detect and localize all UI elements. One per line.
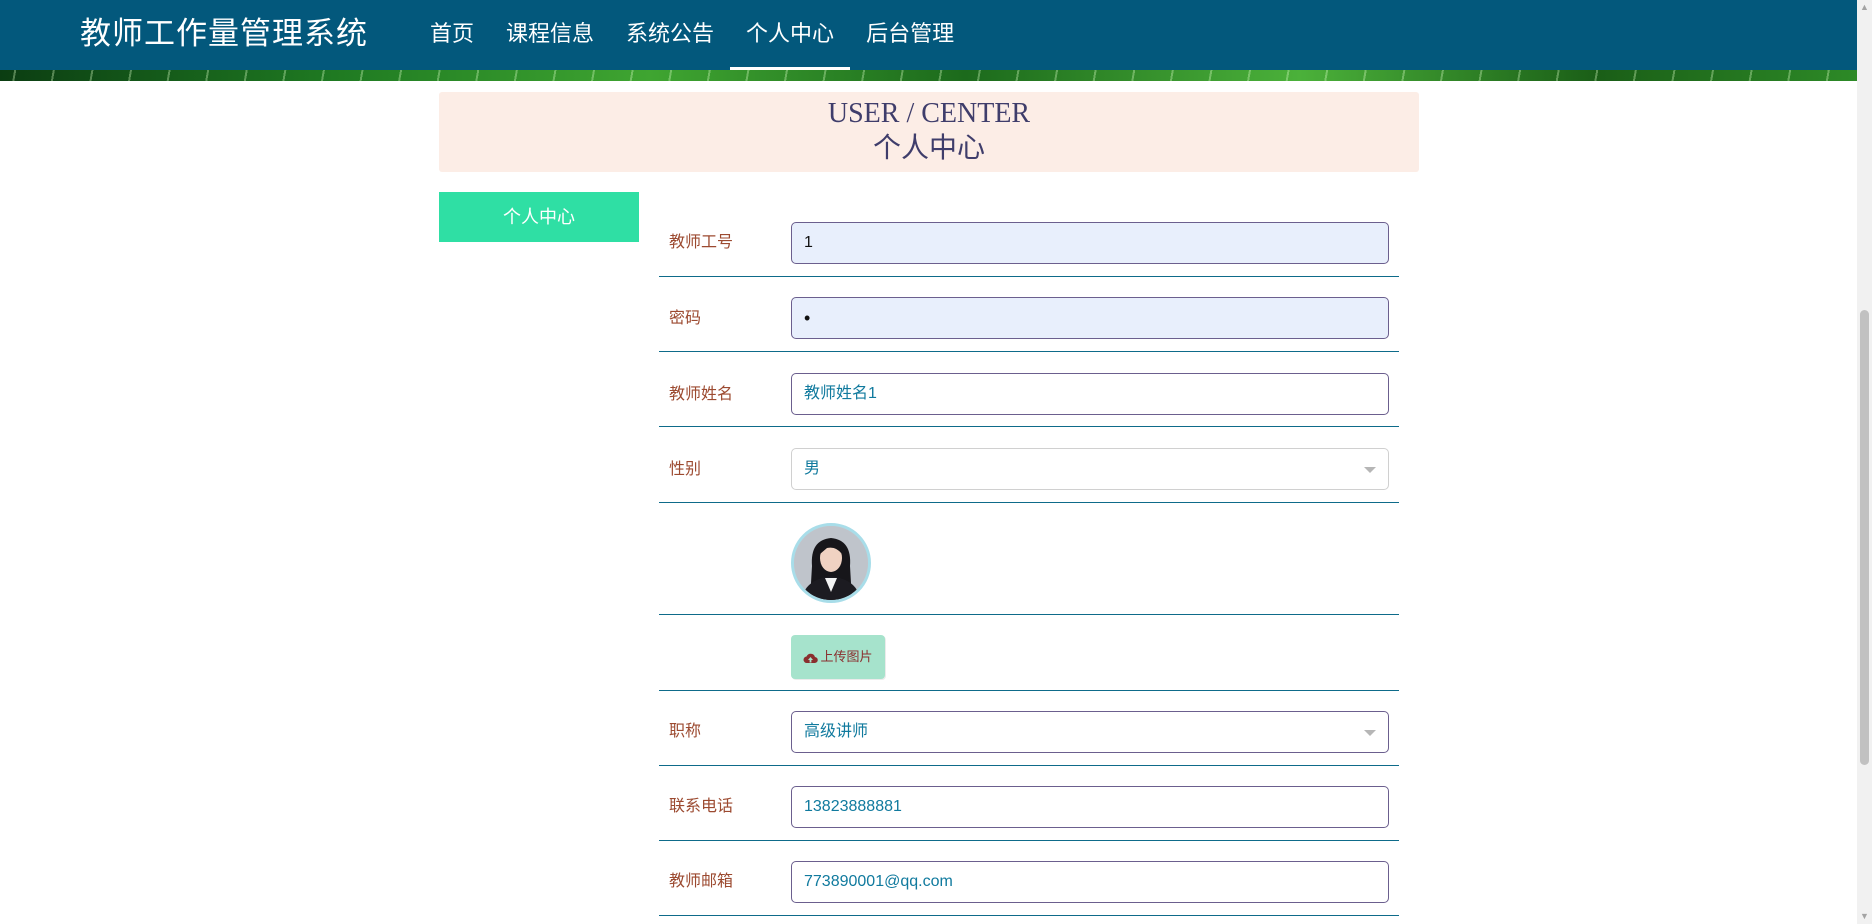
cloud-upload-icon <box>803 653 819 663</box>
gender-select[interactable]: 男 <box>791 448 1389 490</box>
nav-user-center[interactable]: 个人中心 <box>730 0 851 70</box>
chevron-down-icon <box>1364 730 1376 736</box>
password-input[interactable]: • <box>791 297 1389 339</box>
password-mask-dot: • <box>804 308 811 328</box>
user-avatar-photo <box>791 523 871 603</box>
form-row-teacher-name: 教师姓名 教师姓名1 <box>659 352 1399 427</box>
form-row-avatar <box>659 503 1399 615</box>
page-heading-chinese: 个人中心 <box>872 133 985 164</box>
gender-label: 性别 <box>669 461 702 478</box>
nav-admin[interactable]: 后台管理 <box>850 0 970 70</box>
avatar-portrait-icon <box>794 526 868 600</box>
scrollbar-thumb[interactable] <box>1860 310 1869 765</box>
email-input[interactable]: 773890001@qq.com <box>791 861 1389 903</box>
password-label: 密码 <box>669 310 702 327</box>
gender-selected-value: 男 <box>804 460 821 477</box>
title-label: 职称 <box>669 723 702 740</box>
title-selected-value: 高级讲师 <box>804 723 869 740</box>
main-nav: 首页 课程信息 系统公告 个人中心 后台管理 <box>414 0 970 70</box>
form-row-upload: 上传图片 <box>659 615 1399 691</box>
form-row-title: 职称 高级讲师 <box>659 691 1399 766</box>
nav-home[interactable]: 首页 <box>414 0 490 70</box>
email-label: 教师邮箱 <box>669 873 734 890</box>
upload-image-button[interactable]: 上传图片 <box>791 635 885 679</box>
upload-image-label: 上传图片 <box>820 649 873 664</box>
chevron-down-icon <box>1364 467 1376 473</box>
form-row-email: 教师邮箱 773890001@qq.com <box>659 841 1399 916</box>
page-heading: USER / CENTER 个人中心 <box>439 92 1419 172</box>
nav-course-info[interactable]: 课程信息 <box>490 0 610 70</box>
form-row-teacher-id: 教师工号 1 <box>659 200 1399 277</box>
phone-label: 联系电话 <box>669 798 734 815</box>
teacher-name-label: 教师姓名 <box>669 386 734 403</box>
scroll-up-arrow-icon[interactable]: ▲ <box>1857 0 1872 15</box>
site-title[interactable]: 教师工作量管理系统 <box>80 14 368 54</box>
form-row-phone: 联系电话 13823888881 <box>659 766 1399 841</box>
form-row-gender: 性别 男 <box>659 427 1399 503</box>
page-scrollbar[interactable]: ▲ ▼ <box>1857 0 1872 924</box>
page-heading-english: USER / CENTER <box>827 98 1031 129</box>
phone-input[interactable]: 13823888881 <box>791 786 1389 828</box>
scroll-down-arrow-icon[interactable]: ▼ <box>1857 909 1872 924</box>
form-row-password: 密码 • <box>659 276 1399 352</box>
teacher-name-input[interactable]: 教师姓名1 <box>791 373 1389 415</box>
title-select[interactable]: 高级讲师 <box>791 711 1389 753</box>
banner-image-strip <box>0 70 1857 81</box>
teacher-id-input[interactable]: 1 <box>791 222 1389 264</box>
teacher-id-label: 教师工号 <box>669 234 734 251</box>
top-navigation-bar: 教师工作量管理系统 首页 课程信息 系统公告 个人中心 后台管理 <box>0 0 1857 70</box>
nav-announcements[interactable]: 系统公告 <box>610 0 730 70</box>
side-menu-user-center[interactable]: 个人中心 <box>439 192 639 242</box>
